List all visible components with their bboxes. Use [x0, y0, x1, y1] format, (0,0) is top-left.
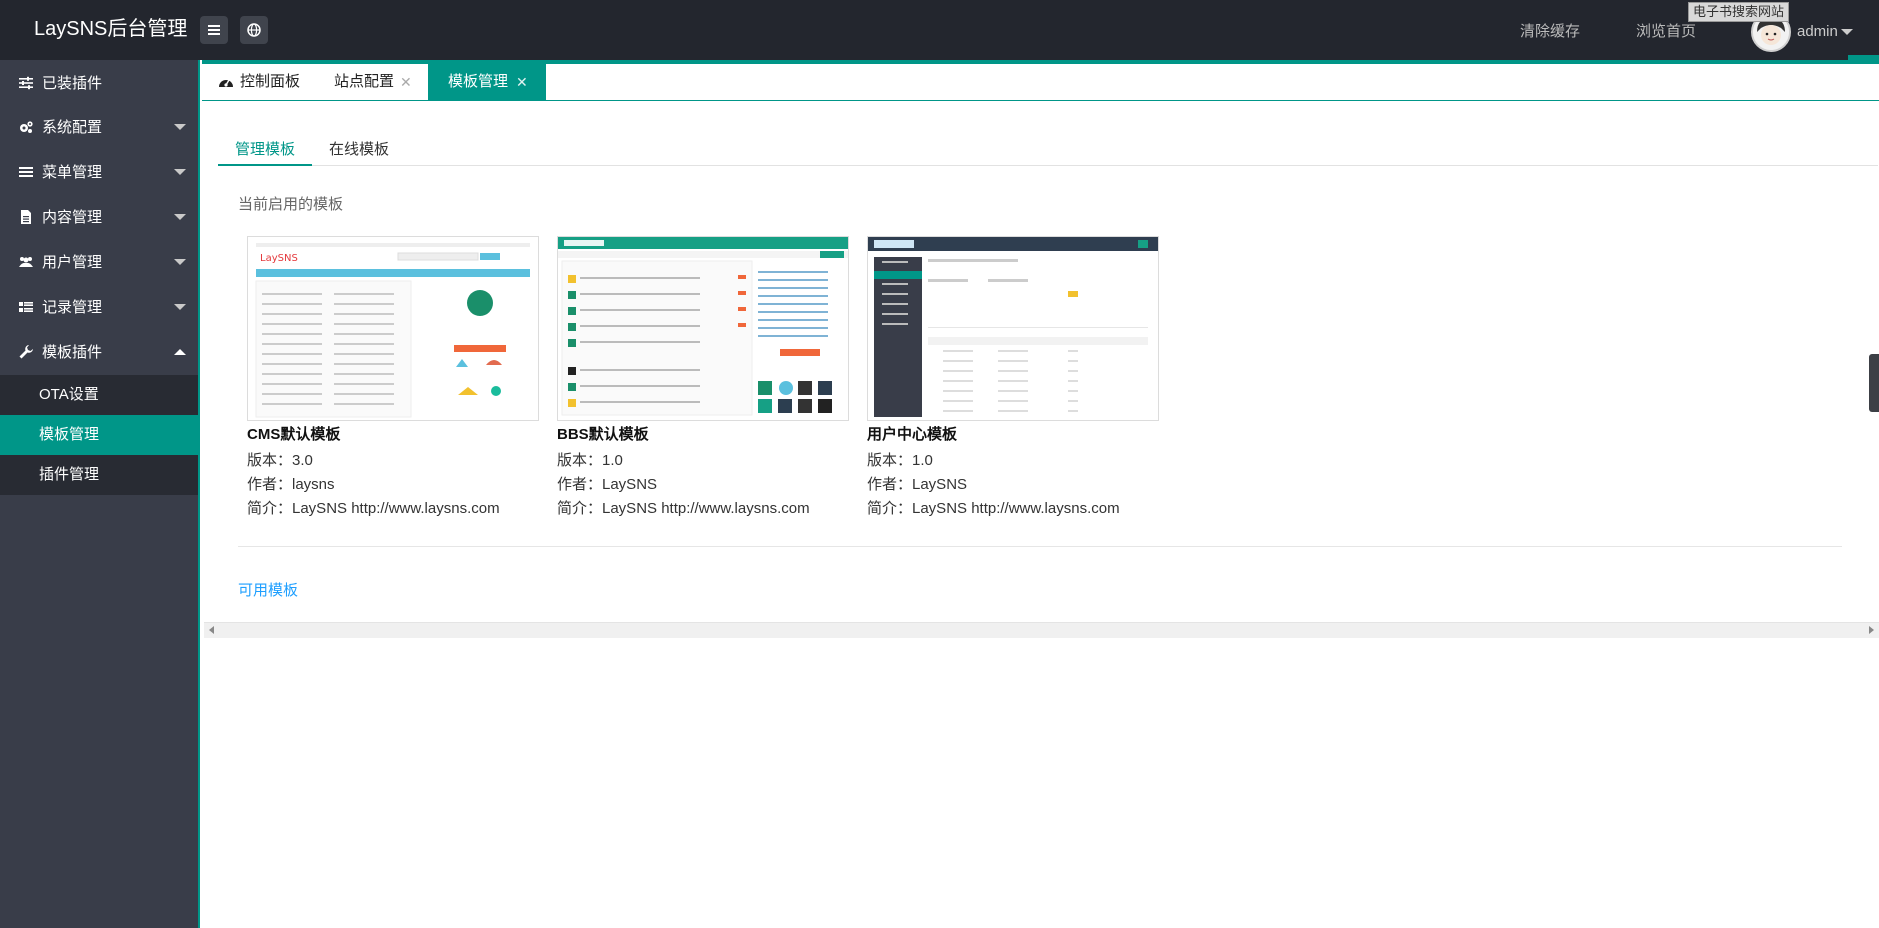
tab-label: 站点配置: [334, 73, 395, 90]
users-icon: [18, 254, 34, 270]
watermark-label: 电子书搜索网站: [1688, 2, 1790, 22]
template-intro: 简介：LaySNS http://www.laysns.com: [247, 500, 500, 517]
tab-bar: 控制面板 站点配置 ✕ 模板管理 ✕: [202, 60, 1879, 101]
sidebar-item-menu-manage[interactable]: 菜单管理: [0, 149, 198, 194]
sidebar-item-label: 用户管理: [42, 254, 103, 271]
sidebar-submenu: OTA设置 模板管理 插件管理: [0, 375, 198, 495]
template-card: 用户中心模板 版本：1.0 作者：LaySNS 简介：LaySNS http:/…: [867, 236, 1159, 521]
globe-button[interactable]: [240, 16, 268, 44]
template-intro: 简介：LaySNS http://www.laysns.com: [867, 500, 1120, 517]
sidebar: 已装插件 系统配置 菜单管理 内容管理 用户管理 记录管理 模板插件 OTA设置…: [0, 60, 200, 928]
chevron-down-icon: [174, 169, 186, 175]
sidebar-item-label: 内容管理: [42, 209, 103, 226]
chevron-down-icon: [174, 304, 186, 310]
template-author: 作者：LaySNS: [867, 476, 968, 493]
sidebar-item-user-manage[interactable]: 用户管理: [0, 239, 198, 284]
tab-online-templates[interactable]: 在线模板: [312, 138, 406, 166]
grid-icon: [18, 299, 34, 315]
sidebar-item-record-manage[interactable]: 记录管理: [0, 284, 198, 329]
template-version: 版本：1.0: [557, 452, 623, 469]
horizontal-scrollbar[interactable]: [204, 622, 1879, 638]
template-name: CMS默认模板: [247, 426, 341, 443]
sidebar-subitem-plugin-manage[interactable]: 插件管理: [0, 455, 198, 495]
sidebar-item-label: 菜单管理: [42, 164, 103, 181]
template-version: 版本：3.0: [247, 452, 313, 469]
tab-dashboard[interactable]: 控制面板: [202, 64, 314, 100]
chevron-down-icon[interactable]: [1841, 29, 1853, 35]
sidebar-item-content-manage[interactable]: 内容管理: [0, 194, 198, 239]
hamburger-icon: [208, 25, 220, 35]
template-intro: 简介：LaySNS http://www.laysns.com: [557, 500, 810, 517]
chevron-down-icon: [174, 124, 186, 130]
current-templates-title: 当前启用的模板: [238, 196, 344, 213]
available-templates-title: 可用模板: [238, 582, 299, 599]
dashboard-icon: [219, 79, 233, 87]
sidebar-item-label: 模板插件: [42, 344, 103, 361]
section-divider: [238, 546, 1842, 547]
clear-cache-link[interactable]: 清除缓存: [1520, 22, 1580, 42]
file-icon: [18, 209, 34, 225]
list-icon: [18, 164, 34, 180]
scroll-right-icon[interactable]: [1869, 626, 1874, 634]
sidebar-item-label: 已装插件: [42, 75, 103, 92]
sidebar-item-template-plugins[interactable]: 模板插件: [0, 329, 198, 374]
tab-manage-templates[interactable]: 管理模板: [218, 138, 312, 166]
template-name: BBS默认模板: [557, 426, 649, 443]
tab-label: 模板管理: [448, 73, 509, 90]
chevron-down-icon: [174, 259, 186, 265]
tab-template-manage[interactable]: 模板管理 ✕: [428, 64, 546, 100]
chevron-up-icon: [174, 349, 186, 355]
sidebar-item-label: 记录管理: [42, 299, 103, 316]
template-name: 用户中心模板: [867, 426, 958, 443]
template-thumbnail[interactable]: [867, 236, 1159, 421]
template-author: 作者：laysns: [247, 476, 335, 493]
sidebar-item-label: 系统配置: [42, 119, 103, 136]
gears-icon: [18, 119, 34, 135]
chevron-down-icon: [174, 214, 186, 220]
close-icon[interactable]: ✕: [400, 64, 412, 100]
wrench-icon: [18, 344, 34, 360]
svg-text:LaySNS: LaySNS: [260, 253, 298, 264]
sliders-icon: [18, 75, 34, 91]
scroll-left-icon[interactable]: [209, 626, 214, 634]
app-title: LaySNS后台管理: [34, 18, 188, 40]
close-icon[interactable]: ✕: [516, 64, 528, 100]
template-card: BBS默认模板 版本：1.0 作者：LaySNS 简介：LaySNS http:…: [557, 236, 849, 521]
top-header: LaySNS后台管理 清除缓存 浏览首页 电子书搜索网站 admin: [0, 0, 1879, 60]
tab-site-config[interactable]: 站点配置 ✕: [314, 64, 428, 100]
template-version: 版本：1.0: [867, 452, 933, 469]
sidebar-subitem-ota[interactable]: OTA设置: [0, 375, 198, 415]
template-thumbnail[interactable]: [557, 236, 849, 421]
template-author: 作者：LaySNS: [557, 476, 658, 493]
template-card: LaySNS CMS默认模板 版本：3.0 作者：laysns 简介：LaySN…: [247, 236, 539, 521]
globe-icon: [247, 23, 261, 37]
tab-label: 控制面板: [240, 73, 301, 90]
sidebar-item-installed-plugins[interactable]: 已装插件: [0, 60, 198, 105]
user-menu[interactable]: admin: [1797, 22, 1838, 42]
browse-home-link[interactable]: 浏览首页: [1636, 22, 1696, 42]
template-thumbnail[interactable]: LaySNS: [247, 236, 539, 421]
subtab-bar: 管理模板 在线模板: [218, 130, 1878, 166]
sidebar-subitem-template-manage[interactable]: 模板管理: [0, 415, 198, 455]
sidebar-item-system-config[interactable]: 系统配置: [0, 104, 198, 149]
menu-toggle-button[interactable]: [200, 16, 228, 44]
side-drag-handle[interactable]: [1869, 354, 1879, 412]
